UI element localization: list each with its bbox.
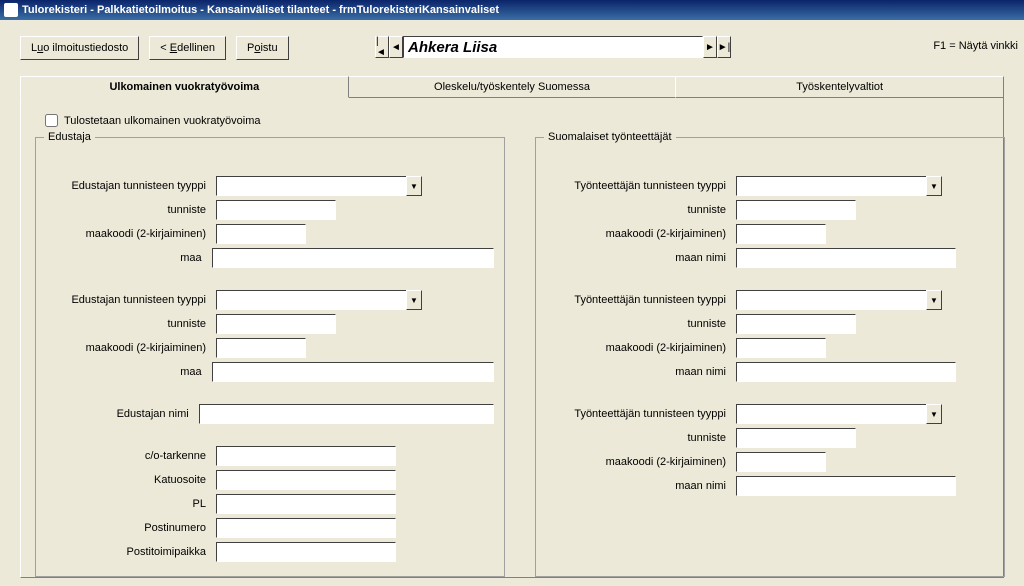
tab-oleskelu-tyoskentely[interactable]: Oleskelu/työskentely Suomessa	[348, 76, 677, 98]
input-a1[interactable]	[216, 176, 406, 196]
lbl-b5: Työnteettäjän tunnisteen tyyppi	[546, 294, 736, 306]
group-tyonteettajat: Suomalaiset työnteettäjät Työnteettäjän …	[535, 137, 1005, 577]
input-b6[interactable]	[736, 314, 856, 334]
chevron-down-icon[interactable]: ▼	[926, 176, 942, 196]
input-b9[interactable]	[736, 404, 926, 424]
chevron-down-icon[interactable]: ▼	[926, 404, 942, 424]
nav-prev-button[interactable]: ◄	[389, 36, 403, 58]
tab-tyoskentelyvaltiot[interactable]: Työskentelyvaltiot	[675, 76, 1004, 98]
print-foreign-checkbox[interactable]	[45, 114, 58, 127]
lbl-b11: maakoodi (2-kirjaiminen)	[546, 456, 736, 468]
record-navigator: |◄ ◄ Ahkera Liisa ► ►|	[375, 36, 731, 58]
help-hint: F1 = Näytä vinkki	[933, 40, 1018, 52]
lbl-a4: maa	[46, 252, 212, 264]
print-foreign-label: Tulostetaan ulkomainen vuokratyövoima	[64, 115, 260, 127]
combo-b5[interactable]: ▼	[736, 290, 942, 310]
lbl-b3: maakoodi (2-kirjaiminen)	[546, 228, 736, 240]
input-b5[interactable]	[736, 290, 926, 310]
lbl-a6: tunniste	[46, 318, 216, 330]
combo-a1[interactable]: ▼	[216, 176, 422, 196]
lbl-a14: Postitoimipaikka	[46, 546, 216, 558]
input-a13[interactable]	[216, 518, 396, 538]
lbl-b8: maan nimi	[546, 366, 736, 378]
input-b7[interactable]	[736, 338, 826, 358]
chevron-down-icon[interactable]: ▼	[406, 290, 422, 310]
input-a4[interactable]	[212, 248, 494, 268]
lbl-b7: maakoodi (2-kirjaiminen)	[546, 342, 736, 354]
nav-next-button[interactable]: ►	[703, 36, 717, 58]
lbl-a9: Edustajan nimi	[46, 408, 199, 420]
lbl-b1: Työnteettäjän tunnisteen tyyppi	[546, 180, 736, 192]
input-a7[interactable]	[216, 338, 306, 358]
window-title: Tulorekisteri - Palkkatietoilmoitus - Ka…	[22, 4, 499, 16]
input-a10[interactable]	[216, 446, 396, 466]
lbl-a2: tunniste	[46, 204, 216, 216]
previous-button[interactable]: < Edellinen	[149, 36, 226, 60]
exit-button[interactable]: Poistu	[236, 36, 289, 60]
input-b4[interactable]	[736, 248, 956, 268]
input-b11[interactable]	[736, 452, 826, 472]
input-a6[interactable]	[216, 314, 336, 334]
toolbar: Luo ilmoitustiedosto < Edellinen Poistu …	[0, 20, 1024, 76]
combo-a5[interactable]: ▼	[216, 290, 422, 310]
group-tyonteettajat-legend: Suomalaiset työnteettäjät	[544, 131, 676, 143]
app-icon	[4, 3, 18, 17]
print-foreign-checkbox-row[interactable]: Tulostetaan ulkomainen vuokratyövoima	[45, 114, 989, 127]
lbl-a13: Postinumero	[46, 522, 216, 534]
input-a2[interactable]	[216, 200, 336, 220]
input-b10[interactable]	[736, 428, 856, 448]
lbl-a11: Katuosoite	[46, 474, 216, 486]
current-person-name: Ahkera Liisa	[403, 36, 703, 58]
nav-last-button[interactable]: ►|	[717, 36, 731, 58]
tab-ulkomainen-vuokratyovoima[interactable]: Ulkomainen vuokratyövoima	[20, 76, 349, 98]
lbl-a5: Edustajan tunnisteen tyyppi	[46, 294, 216, 306]
input-a14[interactable]	[216, 542, 396, 562]
lbl-b10: tunniste	[546, 432, 736, 444]
lbl-b4: maan nimi	[546, 252, 736, 264]
lbl-a10: c/o-tarkenne	[46, 450, 216, 462]
tab-body: Tulostetaan ulkomainen vuokratyövoima Ed…	[20, 98, 1004, 578]
lbl-b6: tunniste	[546, 318, 736, 330]
titlebar: Tulorekisteri - Palkkatietoilmoitus - Ka…	[0, 0, 1024, 20]
input-a11[interactable]	[216, 470, 396, 490]
combo-b9[interactable]: ▼	[736, 404, 942, 424]
input-b8[interactable]	[736, 362, 956, 382]
lbl-a7: maakoodi (2-kirjaiminen)	[46, 342, 216, 354]
input-a12[interactable]	[216, 494, 396, 514]
input-a3[interactable]	[216, 224, 306, 244]
lbl-a1: Edustajan tunnisteen tyyppi	[46, 180, 216, 192]
tabstrip: Ulkomainen vuokratyövoima Oleskelu/työsk…	[20, 76, 1004, 98]
chevron-down-icon[interactable]: ▼	[926, 290, 942, 310]
combo-b1[interactable]: ▼	[736, 176, 942, 196]
group-edustaja-legend: Edustaja	[44, 131, 95, 143]
lbl-b9: Työnteettäjän tunnisteen tyyppi	[546, 408, 736, 420]
input-a9[interactable]	[199, 404, 494, 424]
chevron-down-icon[interactable]: ▼	[406, 176, 422, 196]
lbl-a8: maa	[46, 366, 212, 378]
nav-first-button[interactable]: |◄	[375, 36, 389, 58]
input-a8[interactable]	[212, 362, 494, 382]
input-b12[interactable]	[736, 476, 956, 496]
group-edustaja: Edustaja Edustajan tunnisteen tyyppi ▼ t…	[35, 137, 505, 577]
create-file-button[interactable]: Luo ilmoitustiedosto	[20, 36, 139, 60]
input-b3[interactable]	[736, 224, 826, 244]
lbl-b12: maan nimi	[546, 480, 736, 492]
input-a5[interactable]	[216, 290, 406, 310]
lbl-a12: PL	[46, 498, 216, 510]
lbl-a3: maakoodi (2-kirjaiminen)	[46, 228, 216, 240]
input-b2[interactable]	[736, 200, 856, 220]
input-b1[interactable]	[736, 176, 926, 196]
lbl-b2: tunniste	[546, 204, 736, 216]
